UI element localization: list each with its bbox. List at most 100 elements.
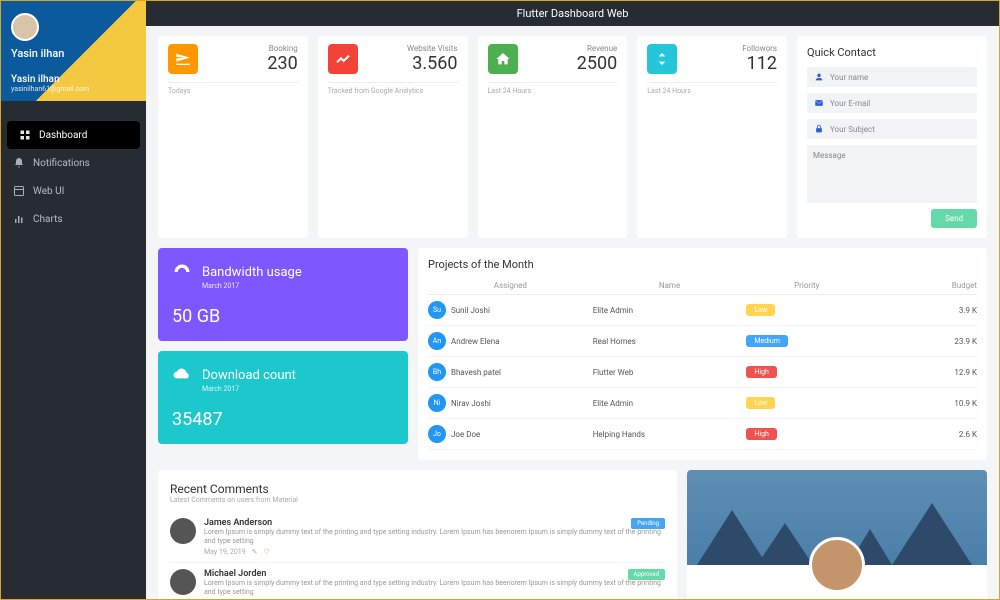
- stat-foot: Tracked from Google Analytics: [328, 82, 458, 95]
- bandwidth-card[interactable]: Bandwidth usage March 2017 50 GB: [158, 248, 408, 341]
- stat-value: 230: [267, 53, 297, 74]
- profile-avatar[interactable]: [809, 537, 865, 593]
- card-title: Bandwidth usage: [202, 265, 302, 280]
- user-avatar[interactable]: [11, 13, 39, 41]
- user-sub-name: Yasin ilhan: [11, 74, 136, 85]
- budget: 10.9 K: [867, 399, 977, 408]
- commenter-avatar[interactable]: [170, 518, 196, 544]
- comments-sub: Latest Comments on users from Material: [170, 496, 665, 504]
- content: Booking230 Todays Website Visits3.560 Tr…: [146, 26, 999, 599]
- commenter-avatar[interactable]: [170, 569, 196, 595]
- dashboard-icon: [19, 129, 31, 141]
- assignee-avatar: An: [428, 332, 446, 350]
- priority-badge: High: [746, 428, 776, 440]
- comment-date: May 19, 2019: [204, 548, 246, 556]
- card-value: 35487: [172, 409, 394, 430]
- download-card[interactable]: Download count March 2017 35487: [158, 351, 408, 444]
- card-value: 50 GB: [172, 306, 394, 327]
- budget: 3.9 K: [867, 306, 977, 315]
- qc-email-field[interactable]: Your E-mail: [807, 93, 977, 113]
- comment-text: Lorem Ipsum is simply dummy text of the …: [204, 579, 665, 597]
- stat-foot: Last 24 Hours: [488, 82, 618, 95]
- comment-item: Michael JordenLorem Ipsum is simply dumm…: [170, 563, 665, 599]
- edit-icon[interactable]: ✎: [252, 548, 258, 556]
- quick-contact: Quick Contact Your name Your E-mail Your…: [797, 36, 987, 238]
- gauge-icon: [172, 262, 192, 282]
- stat-booking[interactable]: Booking230 Todays: [158, 36, 308, 238]
- assignee-name: Bhavesh patel: [451, 368, 501, 377]
- project-name: Elite Admin: [593, 306, 747, 315]
- stat-value: 2500: [577, 53, 617, 74]
- budget: 23.9 K: [867, 337, 977, 346]
- heart-icon[interactable]: ♡: [264, 548, 270, 556]
- table-row[interactable]: SuSunil JoshiElite AdminLow3.9 K: [428, 295, 977, 326]
- main: Flutter Dashboard Web Booking230 Todays …: [146, 1, 999, 599]
- assignee-name: Andrew Elena: [451, 337, 500, 346]
- table-row[interactable]: An Andrew Elena Real HomesMedium 23.9 K: [428, 326, 977, 357]
- table-row[interactable]: Jo Joe Doe Helping HandsHigh 2.6 K: [428, 419, 977, 450]
- sidebar: Yasin ilhan Yasin ilhan yasinilhan61@gma…: [1, 1, 146, 599]
- assignee-avatar: Jo: [428, 425, 446, 443]
- nav: Dashboard Notifications Web UI Charts: [1, 121, 146, 233]
- stat-foot: Todays: [168, 82, 298, 95]
- user-name: Yasin ilhan: [11, 47, 136, 60]
- assignee-name: Nirav Joshi: [451, 399, 491, 408]
- qc-name-field[interactable]: Your name: [807, 67, 977, 87]
- home-icon: [488, 44, 518, 74]
- projects-header: Assigned Name Priority Budget: [428, 277, 977, 295]
- status-badge: Pending: [631, 518, 665, 529]
- project-name: Flutter Web: [593, 368, 747, 377]
- chart-icon: [13, 213, 25, 225]
- priority-badge: Medium: [746, 335, 787, 347]
- stat-label: Revenue: [577, 44, 617, 53]
- qc-message-field[interactable]: Message: [807, 145, 977, 203]
- nav-webui[interactable]: Web UI: [1, 177, 146, 205]
- card-sub: March 2017: [202, 385, 394, 393]
- trend-icon: [328, 44, 358, 74]
- nav-dashboard[interactable]: Dashboard: [7, 121, 140, 149]
- assignee-name: Joe Doe: [451, 430, 480, 439]
- lock-icon: [814, 124, 824, 134]
- stat-revenue[interactable]: Revenue2500 Last 24 Hours: [478, 36, 628, 238]
- mail-icon: [814, 98, 824, 108]
- table-row[interactable]: NiNirav JoshiElite AdminLow10.9 K: [428, 388, 977, 419]
- project-name: Helping Hands: [593, 430, 747, 439]
- profile-hero: Yasin ilhan Yasin ilhan yasinilhan61@gma…: [1, 1, 146, 101]
- comments-title: Recent Comments: [170, 482, 665, 496]
- qc-title: Quick Contact: [807, 46, 977, 59]
- nav-label: Dashboard: [39, 130, 87, 141]
- stat-visits[interactable]: Website Visits3.560 Tracked from Google …: [318, 36, 468, 238]
- project-name: Real Homes: [593, 337, 747, 346]
- comment-item: James AndersonLorem Ipsum is simply dumm…: [170, 512, 665, 563]
- bell-icon: [13, 157, 25, 169]
- send-button[interactable]: Send: [931, 209, 977, 228]
- table-row[interactable]: Bh Bhavesh patel Flutter WebHigh 12.9 K: [428, 357, 977, 388]
- grid-icon: [13, 185, 25, 197]
- person-icon: [814, 72, 824, 82]
- project-name: Elite Admin: [593, 399, 747, 408]
- status-badge: Approved: [628, 569, 665, 580]
- comments-card: Recent Comments Latest Comments on users…: [158, 470, 677, 599]
- stat-foot: Last 24 Hours: [647, 82, 777, 95]
- user-email: yasinilhan61@gmail.com: [11, 85, 136, 93]
- stat-label: Booking: [267, 44, 297, 53]
- card-sub: March 2017: [202, 282, 394, 290]
- priority-badge: High: [746, 366, 776, 378]
- assignee-avatar: Su: [428, 301, 446, 319]
- projects-card: Projects of the Month Assigned Name Prio…: [418, 248, 987, 460]
- budget: 2.6 K: [867, 430, 977, 439]
- commenter-name: Michael Jorden: [204, 569, 665, 579]
- stat-value: 112: [742, 53, 777, 74]
- nav-charts[interactable]: Charts: [1, 205, 146, 233]
- comment-text: Lorem Ipsum is simply dummy text of the …: [204, 528, 665, 546]
- stat-value: 3.560: [407, 53, 458, 74]
- app-title: Flutter Dashboard Web: [517, 7, 629, 20]
- nav-notifications[interactable]: Notifications: [1, 149, 146, 177]
- stat-followers[interactable]: Followors112 Last 24 Hours: [637, 36, 787, 238]
- budget: 12.9 K: [867, 368, 977, 377]
- qc-subject-field[interactable]: Your Subject: [807, 119, 977, 139]
- collapse-icon: [647, 44, 677, 74]
- profile-card: James Anderson Web Designer & Developer …: [687, 470, 987, 599]
- nav-label: Web UI: [33, 186, 64, 197]
- assignee-avatar: Bh: [428, 363, 446, 381]
